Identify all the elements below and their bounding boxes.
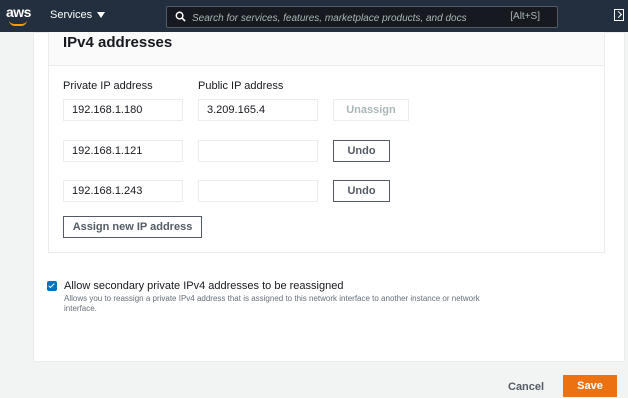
private-ip-field[interactable]: 192.168.1.180 (63, 99, 183, 121)
undo-button[interactable]: Undo (333, 180, 390, 202)
cloudshell-icon[interactable] (614, 9, 624, 21)
services-label: Services (50, 9, 93, 21)
search-shortcut-hint: [Alt+S] (510, 11, 540, 22)
panel-header: IPv4 addresses (49, 32, 604, 66)
cancel-button[interactable]: Cancel (508, 381, 544, 393)
undo-button[interactable]: Undo (333, 140, 390, 162)
reassign-checkbox[interactable] (47, 281, 57, 291)
search-input[interactable] (192, 10, 492, 26)
main-content: IPv4 addresses Private IP address Public… (33, 32, 625, 362)
reassign-description: Allows you to reassign a private IPv4 ad… (64, 294, 480, 313)
aws-smile-icon (9, 20, 27, 26)
public-ip-field[interactable] (198, 140, 318, 162)
save-button[interactable]: Save (563, 375, 617, 397)
unassign-button[interactable]: Unassign (333, 99, 409, 121)
public-ip-field[interactable]: 3.209.165.4 (198, 99, 318, 121)
public-ip-field[interactable] (198, 180, 318, 202)
panel-title: IPv4 addresses (63, 34, 173, 51)
reassign-label[interactable]: Allow secondary private IPv4 addresses t… (64, 280, 343, 292)
private-ip-field[interactable]: 192.168.1.121 (63, 140, 183, 162)
public-ip-column-label: Public IP address (198, 80, 284, 92)
ipv4-addresses-panel: IPv4 addresses Private IP address Public… (48, 32, 605, 253)
caret-down-icon (97, 12, 106, 18)
checkmark-icon (48, 281, 55, 289)
search-box[interactable]: [Alt+S] (166, 6, 558, 28)
aws-logo[interactable]: aws (6, 4, 32, 28)
search-icon (175, 11, 186, 22)
assign-new-ip-button[interactable]: Assign new IP address (63, 216, 202, 238)
services-menu-button[interactable]: Services (50, 9, 106, 21)
top-navigation-bar: aws Services [Alt+S] (0, 0, 628, 32)
private-ip-column-label: Private IP address (63, 80, 153, 92)
aws-logo-text: aws (6, 4, 31, 20)
private-ip-field[interactable]: 192.168.1.243 (63, 180, 183, 202)
